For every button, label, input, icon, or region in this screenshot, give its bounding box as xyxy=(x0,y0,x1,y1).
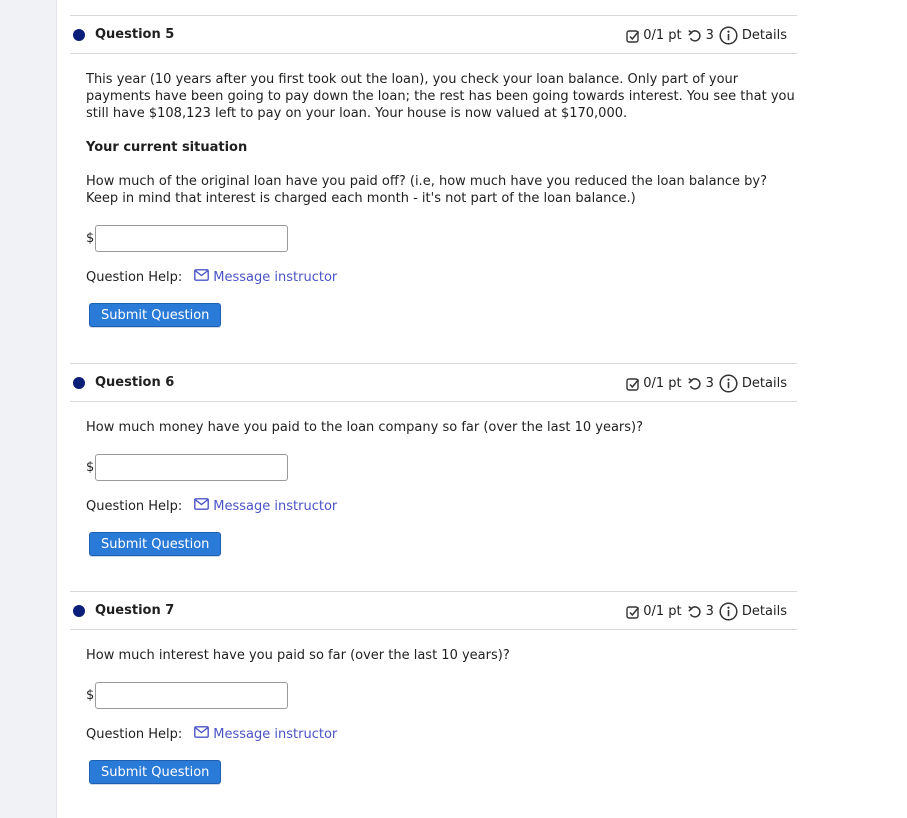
question-text: This year (10 years after you first took… xyxy=(86,72,795,121)
status-dot xyxy=(73,29,85,41)
question-body: This year (10 years after you first took… xyxy=(70,71,797,327)
message-instructor-link[interactable]: Message instructor xyxy=(194,498,337,515)
answer-row: $ xyxy=(86,454,797,481)
message-instructor-label: Message instructor xyxy=(213,727,338,742)
submit-question-button[interactable]: Submit Question xyxy=(89,532,222,556)
retry-icon xyxy=(687,377,703,391)
submit-question-button[interactable]: Submit Question xyxy=(89,760,222,784)
help-label: Question Help: xyxy=(86,727,183,742)
checkbox-icon xyxy=(626,605,640,619)
score-label: 0/1 pt xyxy=(643,376,682,391)
question-6: Question 6 0/1 pt 3 Details How much mon… xyxy=(70,363,797,556)
retry-icon xyxy=(687,605,703,619)
info-icon[interactable] xyxy=(719,374,738,393)
currency-symbol: $ xyxy=(86,231,95,246)
question-prompt: How much of the original loan have you p… xyxy=(86,174,767,206)
question-help: Question Help: Message instructor xyxy=(86,269,797,286)
answer-input[interactable] xyxy=(95,225,289,252)
attempts-count: 3 xyxy=(705,604,714,619)
answer-row: $ xyxy=(86,682,797,709)
help-label: Question Help: xyxy=(86,270,183,285)
question-meta: 0/1 pt 3 Details xyxy=(626,26,787,45)
message-instructor-label: Message instructor xyxy=(213,499,338,514)
retry-icon xyxy=(687,29,703,43)
checkbox-icon xyxy=(626,29,640,43)
question-title: Question 7 xyxy=(95,603,175,618)
mail-icon xyxy=(194,269,213,286)
question-header: Question 6 0/1 pt 3 Details xyxy=(70,363,797,402)
question-body: How much interest have you paid so far (… xyxy=(70,647,797,784)
attempts-count: 3 xyxy=(705,376,714,391)
score-label: 0/1 pt xyxy=(643,28,682,43)
answer-row: $ xyxy=(86,225,797,252)
question-subheading: Your current situation xyxy=(86,140,248,155)
message-instructor-label: Message instructor xyxy=(213,270,338,285)
question-help: Question Help: Message instructor xyxy=(86,498,797,515)
details-link[interactable]: Details xyxy=(742,28,787,43)
answer-input[interactable] xyxy=(95,682,289,709)
submit-question-button[interactable]: Submit Question xyxy=(89,303,222,327)
message-instructor-link[interactable]: Message instructor xyxy=(194,269,337,286)
question-prompt: How much interest have you paid so far (… xyxy=(86,648,510,663)
left-rail xyxy=(0,0,57,818)
currency-symbol: $ xyxy=(86,460,95,475)
question-5: Question 5 0/1 pt 3 Details This year (1… xyxy=(70,15,797,327)
mail-icon xyxy=(194,498,213,515)
question-help: Question Help: Message instructor xyxy=(86,726,797,743)
answer-input[interactable] xyxy=(95,454,289,481)
info-icon[interactable] xyxy=(719,602,738,621)
question-7: Question 7 0/1 pt 3 Details How much int… xyxy=(70,591,797,784)
question-title: Question 6 xyxy=(95,375,175,390)
question-meta: 0/1 pt 3 Details xyxy=(626,374,787,393)
question-header: Question 7 0/1 pt 3 Details xyxy=(70,591,797,630)
message-instructor-link[interactable]: Message instructor xyxy=(194,726,337,743)
mail-icon xyxy=(194,726,213,743)
question-meta: 0/1 pt 3 Details xyxy=(626,602,787,621)
checkbox-icon xyxy=(626,377,640,391)
help-label: Question Help: xyxy=(86,499,183,514)
question-header: Question 5 0/1 pt 3 Details xyxy=(70,15,797,54)
score-label: 0/1 pt xyxy=(643,604,682,619)
details-link[interactable]: Details xyxy=(742,604,787,619)
question-title: Question 5 xyxy=(95,27,175,42)
attempts-count: 3 xyxy=(705,28,714,43)
details-link[interactable]: Details xyxy=(742,376,787,391)
question-body: How much money have you paid to the loan… xyxy=(70,419,797,556)
status-dot xyxy=(73,605,85,617)
status-dot xyxy=(73,377,85,389)
info-icon[interactable] xyxy=(719,26,738,45)
currency-symbol: $ xyxy=(86,688,95,703)
question-prompt: How much money have you paid to the loan… xyxy=(86,420,644,435)
